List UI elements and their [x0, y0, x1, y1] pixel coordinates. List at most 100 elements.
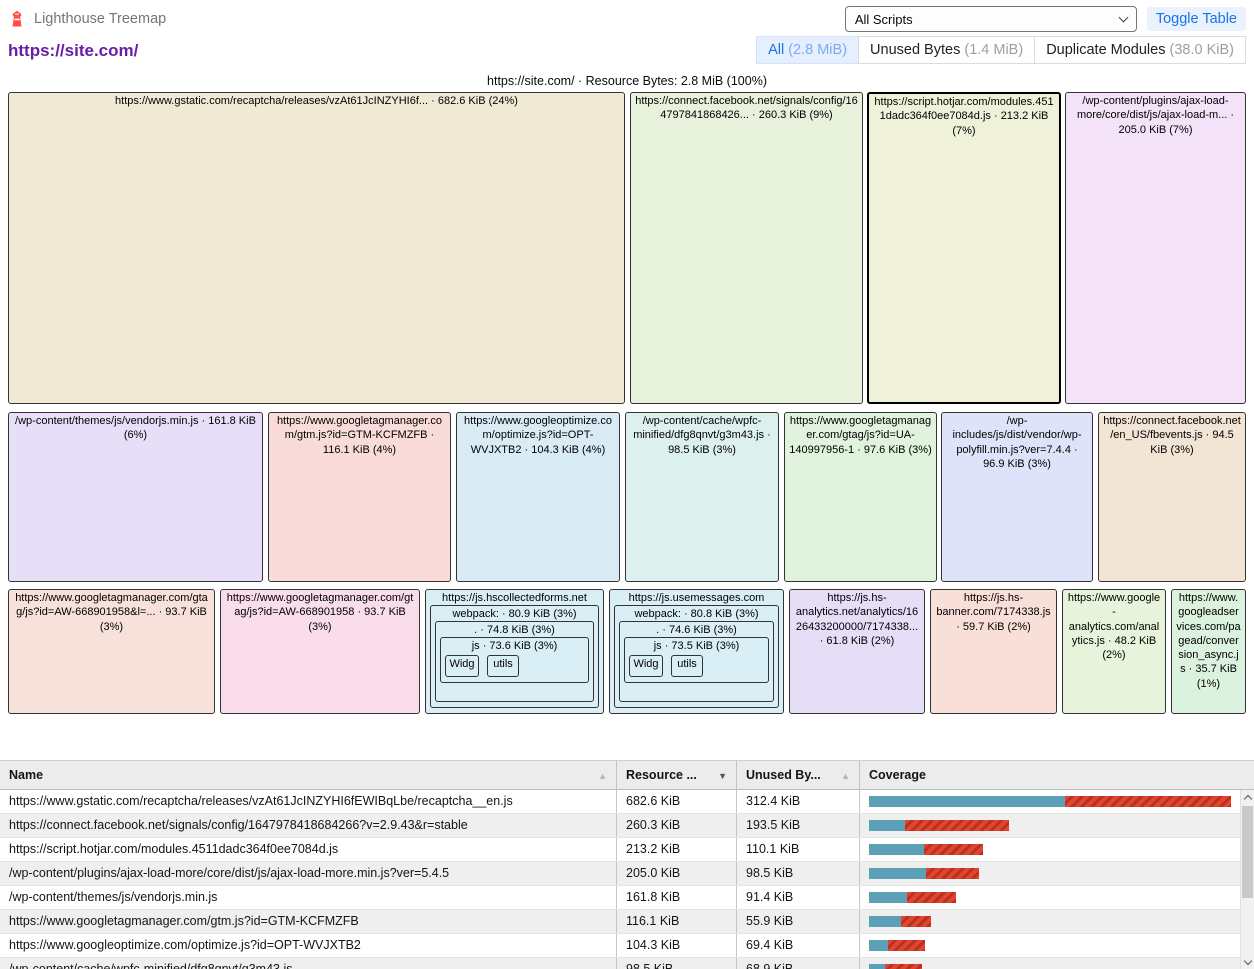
cell-coverage — [860, 790, 1240, 813]
treemap-subcell[interactable]: webpack: · 80.8 KiB (3%). · 74.6 KiB (3%… — [614, 605, 779, 708]
cell-coverage — [860, 958, 1240, 969]
treemap-root-label: https://site.com/ · Resource Bytes: 2.8 … — [0, 74, 1254, 88]
coverage-unused-bar — [1065, 796, 1231, 807]
treemap-cell[interactable]: https://script.hotjar.com/modules.4511da… — [867, 92, 1061, 404]
treemap-subcell[interactable]: Widg — [445, 655, 479, 677]
treemap-subcell[interactable]: utils — [487, 655, 519, 677]
sort-desc-icon: ▼ — [718, 762, 727, 789]
top-bar: Lighthouse Treemap All Scripts Toggle Ta… — [0, 0, 1254, 36]
treemap-cell[interactable]: https://www.googletagmanager.com/gtag/js… — [784, 412, 937, 582]
table-row[interactable]: https://www.googletagmanager.com/gtm.js?… — [0, 910, 1254, 934]
column-header-coverage[interactable]: Coverage — [860, 761, 1240, 789]
tab-size-detail: (38.0 KiB) — [1170, 42, 1234, 58]
column-header-resource[interactable]: Resource ...▼ — [617, 761, 737, 789]
coverage-unused-bar — [888, 940, 925, 951]
treemap-cell[interactable]: https://www.google-analytics.com/analyti… — [1062, 589, 1166, 714]
treemap-subcell[interactable]: js · 73.5 KiB (3%)Widgutils — [624, 637, 769, 683]
chevron-down-icon — [1118, 12, 1128, 22]
column-header-name[interactable]: Name▲ — [0, 761, 617, 789]
cell-name: https://www.googletagmanager.com/gtm.js?… — [0, 910, 617, 933]
site-url: https://site.com/ — [8, 41, 138, 64]
treemap-subcell[interactable]: Widg — [629, 655, 663, 677]
treemap-subcell[interactable]: webpack: · 80.9 KiB (3%). · 74.8 KiB (3%… — [430, 605, 599, 708]
cell-unused-bytes: 69.4 KiB — [737, 934, 860, 957]
coverage-unused-bar — [907, 892, 956, 903]
treemap-cell[interactable]: https://www.googletagmanager.com/gtag/js… — [8, 589, 215, 714]
column-header-unused-by[interactable]: Unused By...▲ — [737, 761, 860, 789]
coverage-unused-bar — [901, 916, 931, 927]
scrollbar-thumb[interactable] — [1242, 806, 1253, 898]
treemap-cell[interactable]: /wp-includes/js/dist/vendor/wp-polyfill.… — [941, 412, 1093, 582]
cell-unused-bytes: 91.4 KiB — [737, 886, 860, 909]
table-row[interactable]: /wp-content/cache/wpfc-minified/dfg8qnvt… — [0, 958, 1254, 969]
cell-name: https://script.hotjar.com/modules.4511da… — [0, 838, 617, 861]
treemap-cell[interactable]: https://www.googletagmanager.com/gtm.js?… — [268, 412, 451, 582]
cell-name: /wp-content/plugins/ajax-load-more/core/… — [0, 862, 617, 885]
url-bar: https://site.com/ All (2.8 MiB)Unused By… — [0, 36, 1254, 74]
treemap-cell[interactable]: https://www.googletagmanager.com/gtag/js… — [220, 589, 420, 714]
cell-unused-bytes: 312.4 KiB — [737, 790, 860, 813]
table-row[interactable]: https://script.hotjar.com/modules.4511da… — [0, 838, 1254, 862]
treemap-cell-label: /wp-content/cache/wpfc-minified/dfg8qnvt… — [626, 413, 778, 457]
coverage-unused-bar — [926, 868, 979, 879]
tab-unused-bytes[interactable]: Unused Bytes (1.4 MiB) — [858, 36, 1035, 64]
treemap-subcell[interactable]: utils — [671, 655, 703, 677]
app-title: Lighthouse Treemap — [34, 11, 166, 27]
treemap-cell-label: https://connect.facebook.net/signals/con… — [631, 93, 862, 123]
resources-table: Name▲Resource ...▼Unused By...▲Coverage … — [0, 760, 1254, 969]
scroll-up-icon[interactable] — [1241, 790, 1254, 805]
sort-asc-icon: ▲ — [841, 762, 850, 789]
table-scrollbar[interactable] — [1240, 790, 1254, 969]
tab-all[interactable]: All (2.8 MiB) — [756, 36, 859, 64]
cell-coverage — [860, 838, 1240, 861]
cell-unused-bytes: 98.5 KiB — [737, 862, 860, 885]
treemap-cell-label: https://js.hscollectedforms.net — [426, 590, 603, 605]
treemap-subcell[interactable]: . · 74.6 KiB (3%)js · 73.5 KiB (3%)Widgu… — [619, 621, 774, 702]
treemap-cell[interactable]: /wp-content/cache/wpfc-minified/dfg8qnvt… — [625, 412, 779, 582]
toggle-table-button[interactable]: Toggle Table — [1147, 7, 1246, 31]
treemap-cell-label: https://www.googletagmanager.com/gtag/js… — [785, 413, 936, 457]
treemap-cell-label: https://www.google-analytics.com/analyti… — [1063, 590, 1165, 662]
table-row[interactable]: https://www.gstatic.com/recaptcha/releas… — [0, 790, 1254, 814]
cell-resource-bytes: 260.3 KiB — [617, 814, 737, 837]
treemap-cell[interactable]: https://connect.facebook.net/en_US/fbeve… — [1098, 412, 1246, 582]
treemap: https://www.gstatic.com/recaptcha/releas… — [0, 90, 1254, 722]
coverage-used-bar — [869, 940, 888, 951]
table-row[interactable]: https://www.googleoptimize.com/optimize.… — [0, 934, 1254, 958]
cell-unused-bytes: 193.5 KiB — [737, 814, 860, 837]
treemap-cell-label: Widg — [446, 656, 478, 671]
cell-name: https://www.googleoptimize.com/optimize.… — [0, 934, 617, 957]
table-header-row: Name▲Resource ...▼Unused By...▲Coverage — [0, 760, 1254, 790]
treemap-cell[interactable]: /wp-content/plugins/ajax-load-more/core/… — [1065, 92, 1246, 404]
treemap-cell-label: . · 74.8 KiB (3%) — [436, 622, 593, 637]
cell-unused-bytes: 68.9 KiB — [737, 958, 860, 969]
cell-name: https://connect.facebook.net/signals/con… — [0, 814, 617, 837]
treemap-cell[interactable]: https://www.googleoptimize.com/optimize.… — [456, 412, 620, 582]
table-row[interactable]: https://connect.facebook.net/signals/con… — [0, 814, 1254, 838]
treemap-cell[interactable]: /wp-content/themes/js/vendorjs.min.js · … — [8, 412, 263, 582]
treemap-subcell[interactable]: js · 73.6 KiB (3%)Widgutils — [440, 637, 589, 683]
table-row[interactable]: /wp-content/themes/js/vendorjs.min.js161… — [0, 886, 1254, 910]
coverage-unused-bar — [924, 844, 983, 855]
treemap-cell-label: /wp-content/plugins/ajax-load-more/core/… — [1066, 93, 1245, 137]
treemap-cell[interactable]: https://js.hs-analytics.net/analytics/16… — [789, 589, 925, 714]
treemap-subcell[interactable]: . · 74.8 KiB (3%)js · 73.6 KiB (3%)Widgu… — [435, 621, 594, 702]
treemap-cell[interactable]: https://www.googleadservices.com/pagead/… — [1171, 589, 1246, 714]
coverage-used-bar — [869, 796, 1065, 807]
cell-resource-bytes: 161.8 KiB — [617, 886, 737, 909]
script-filter-select[interactable]: All Scripts — [845, 6, 1137, 32]
treemap-cell-label: utils — [672, 656, 702, 671]
tab-duplicate-modules[interactable]: Duplicate Modules (38.0 KiB) — [1034, 36, 1246, 64]
table-row[interactable]: /wp-content/plugins/ajax-load-more/core/… — [0, 862, 1254, 886]
cell-resource-bytes: 104.3 KiB — [617, 934, 737, 957]
lighthouse-logo-icon — [8, 10, 26, 28]
treemap-cell[interactable]: https://www.gstatic.com/recaptcha/releas… — [8, 92, 625, 404]
treemap-cell[interactable]: https://js.hscollectedforms.netwebpack: … — [425, 589, 604, 714]
cell-resource-bytes: 213.2 KiB — [617, 838, 737, 861]
treemap-cell[interactable]: https://js.hs-banner.com/7174338.js · 59… — [930, 589, 1057, 714]
treemap-cell[interactable]: https://js.usemessages.comwebpack: · 80.… — [609, 589, 784, 714]
treemap-cell[interactable]: https://connect.facebook.net/signals/con… — [630, 92, 863, 404]
treemap-cell-label: https://www.googleoptimize.com/optimize.… — [457, 413, 619, 457]
treemap-cell-label: /wp-content/themes/js/vendorjs.min.js · … — [9, 413, 262, 443]
cell-coverage — [860, 886, 1240, 909]
